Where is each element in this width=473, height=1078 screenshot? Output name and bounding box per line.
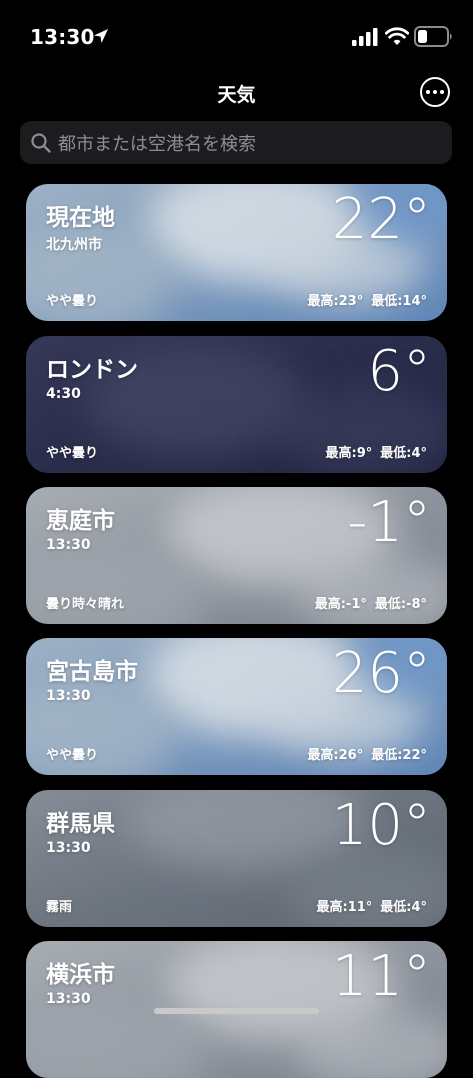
card-content: 群馬県 13:30 10° 霧雨 最高:11° 最低:4° xyxy=(26,790,447,927)
high-temperature: 最高:26° xyxy=(307,748,364,763)
high-low-temperature: 最高:26° 最低:22° xyxy=(307,744,427,763)
current-temperature: 6° xyxy=(367,339,431,404)
city-subtitle: 13:30 xyxy=(46,537,91,553)
weather-condition: 霧雨 xyxy=(46,900,73,915)
city-name: 宮古島市 xyxy=(46,659,138,685)
weather-condition: やや曇り xyxy=(46,294,99,309)
high-low-temperature: 最高:9° 最低:4° xyxy=(326,442,428,461)
card-content: 宮古島市 13:30 26° やや曇り 最高:26° 最低:22° xyxy=(26,638,447,775)
low-temperature: 最低:4° xyxy=(380,446,427,461)
low-temperature: 最低:4° xyxy=(380,900,427,915)
card-content: 恵庭市 13:30 -1° 曇り時々晴れ 最高:-1° 最低:-8° xyxy=(26,487,447,624)
city-card[interactable]: 恵庭市 13:30 -1° 曇り時々晴れ 最高:-1° 最低:-8° xyxy=(26,487,447,624)
current-temperature: 22° xyxy=(331,187,431,252)
high-temperature: 最高:23° xyxy=(307,294,364,309)
search-icon xyxy=(31,132,51,153)
high-low-temperature xyxy=(419,1047,427,1062)
card-content: ロンドン 4:30 6° やや曇り 最高:9° 最低:4° xyxy=(26,336,447,473)
current-temperature: 11° xyxy=(331,944,431,1009)
status-time: 13:30 xyxy=(30,25,95,49)
home-indicator[interactable] xyxy=(154,1008,319,1014)
city-name: 現在地 xyxy=(46,205,115,231)
high-temperature: 最高:-1° xyxy=(314,597,367,612)
battery-icon xyxy=(414,26,452,47)
city-card[interactable]: 群馬県 13:30 10° 霧雨 最高:11° 最低:4° xyxy=(26,790,447,927)
current-temperature: 10° xyxy=(331,793,431,858)
status-bar: 13:30 xyxy=(0,0,473,68)
card-content: 現在地北九州市 22° やや曇り 最高:23° 最低:14° xyxy=(26,184,447,321)
city-name: 恵庭市 xyxy=(46,508,115,534)
high-temperature: 最高:9° xyxy=(325,446,373,461)
low-temperature: 最低:14° xyxy=(371,294,427,309)
city-card[interactable]: ロンドン 4:30 6° やや曇り 最高:9° 最低:4° xyxy=(26,336,447,473)
weather-condition: やや曇り xyxy=(46,748,99,763)
city-name: 横浜市 xyxy=(46,962,115,988)
low-temperature: 最低:-8° xyxy=(374,597,427,612)
city-subtitle: 北九州市 xyxy=(46,237,102,253)
weather-condition: やや曇り xyxy=(46,446,99,461)
city-card[interactable]: 現在地北九州市 22° やや曇り 最高:23° 最低:14° xyxy=(26,184,447,321)
high-low-temperature: 最高:-1° 最低:-8° xyxy=(315,593,427,612)
city-subtitle: 4:30 xyxy=(46,386,81,402)
city-name: ロンドン xyxy=(46,357,138,383)
wifi-icon xyxy=(385,27,409,45)
more-dot xyxy=(433,90,437,94)
signal-icon xyxy=(352,28,378,46)
low-temperature: 最低:22° xyxy=(371,748,427,763)
location-arrow-icon xyxy=(94,29,108,43)
page-title: 天気 xyxy=(217,84,256,106)
ellipsis-circle-icon xyxy=(426,90,430,94)
city-subtitle: 13:30 xyxy=(46,991,91,1007)
search-field[interactable]: 都市または空港名を検索 xyxy=(20,121,452,164)
more-dot xyxy=(440,90,444,94)
high-low-temperature: 最高:23° 最低:14° xyxy=(307,290,427,309)
city-name: 群馬県 xyxy=(46,811,115,837)
city-subtitle: 13:30 xyxy=(46,688,91,704)
high-temperature: 最高:11° xyxy=(316,900,373,915)
weather-condition: 曇り時々晴れ xyxy=(46,597,125,612)
city-subtitle: 13:30 xyxy=(46,840,91,856)
high-low-temperature: 最高:11° 最低:4° xyxy=(316,896,427,915)
city-card[interactable]: 宮古島市 13:30 26° やや曇り 最高:26° 最低:22° xyxy=(26,638,447,775)
search-placeholder: 都市または空港名を検索 xyxy=(58,133,256,155)
current-temperature: 26° xyxy=(331,641,431,706)
current-temperature: -1° xyxy=(347,490,431,555)
more-options-button[interactable] xyxy=(420,77,450,107)
